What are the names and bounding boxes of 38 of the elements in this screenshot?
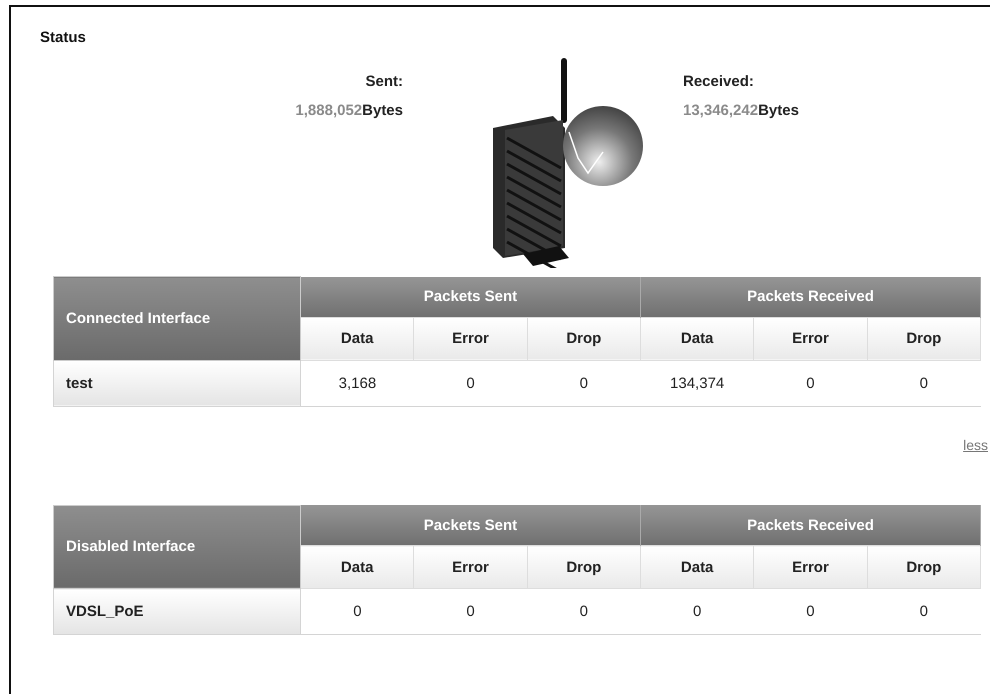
column-header: Error: [754, 546, 868, 588]
section-title: Status: [40, 29, 87, 46]
column-header: Error: [754, 317, 868, 360]
column-group-header: Packets Sent: [300, 505, 640, 546]
table-cell: 0: [527, 360, 640, 406]
table-cell: 0: [414, 588, 528, 634]
column-header: Drop: [527, 317, 640, 360]
table-cell: 0: [867, 360, 980, 406]
column-header: Data: [300, 317, 414, 360]
table-cell: 0: [867, 588, 980, 634]
traffic-value: 13,346,242Bytes: [683, 102, 799, 119]
interface-name-cell: test: [54, 360, 300, 406]
less-link[interactable]: less: [963, 436, 988, 452]
table-cell: 3,168: [300, 360, 414, 406]
table-cell: 134,374: [640, 360, 754, 406]
traffic-label: Received:: [683, 73, 754, 90]
table-cell: 0: [640, 588, 754, 634]
table-cell: 0: [300, 588, 414, 634]
column-header: Drop: [867, 317, 980, 360]
traffic-label: Sent:: [366, 73, 403, 90]
interface-name-cell: VDSL_PoE: [54, 588, 300, 634]
column-header: Data: [640, 317, 754, 360]
table-cell: 0: [754, 360, 868, 406]
column-header: Error: [414, 317, 528, 360]
column-header: Data: [640, 546, 754, 588]
column-header: Drop: [527, 546, 640, 588]
column-header: Disabled Interface: [54, 505, 300, 588]
table-cell: 0: [527, 588, 640, 634]
table-cell: 0: [754, 588, 868, 634]
column-header: Connected Interface: [54, 276, 300, 360]
column-group-header: Packets Received: [640, 505, 980, 546]
column-header: Error: [414, 546, 528, 588]
column-group-header: Packets Received: [640, 276, 980, 317]
column-header: Data: [300, 546, 414, 588]
column-group-header: Packets Sent: [300, 276, 640, 317]
table-cell: 0: [414, 360, 528, 406]
traffic-value: 1,888,052Bytes: [295, 102, 403, 119]
column-header: Drop: [867, 546, 980, 588]
